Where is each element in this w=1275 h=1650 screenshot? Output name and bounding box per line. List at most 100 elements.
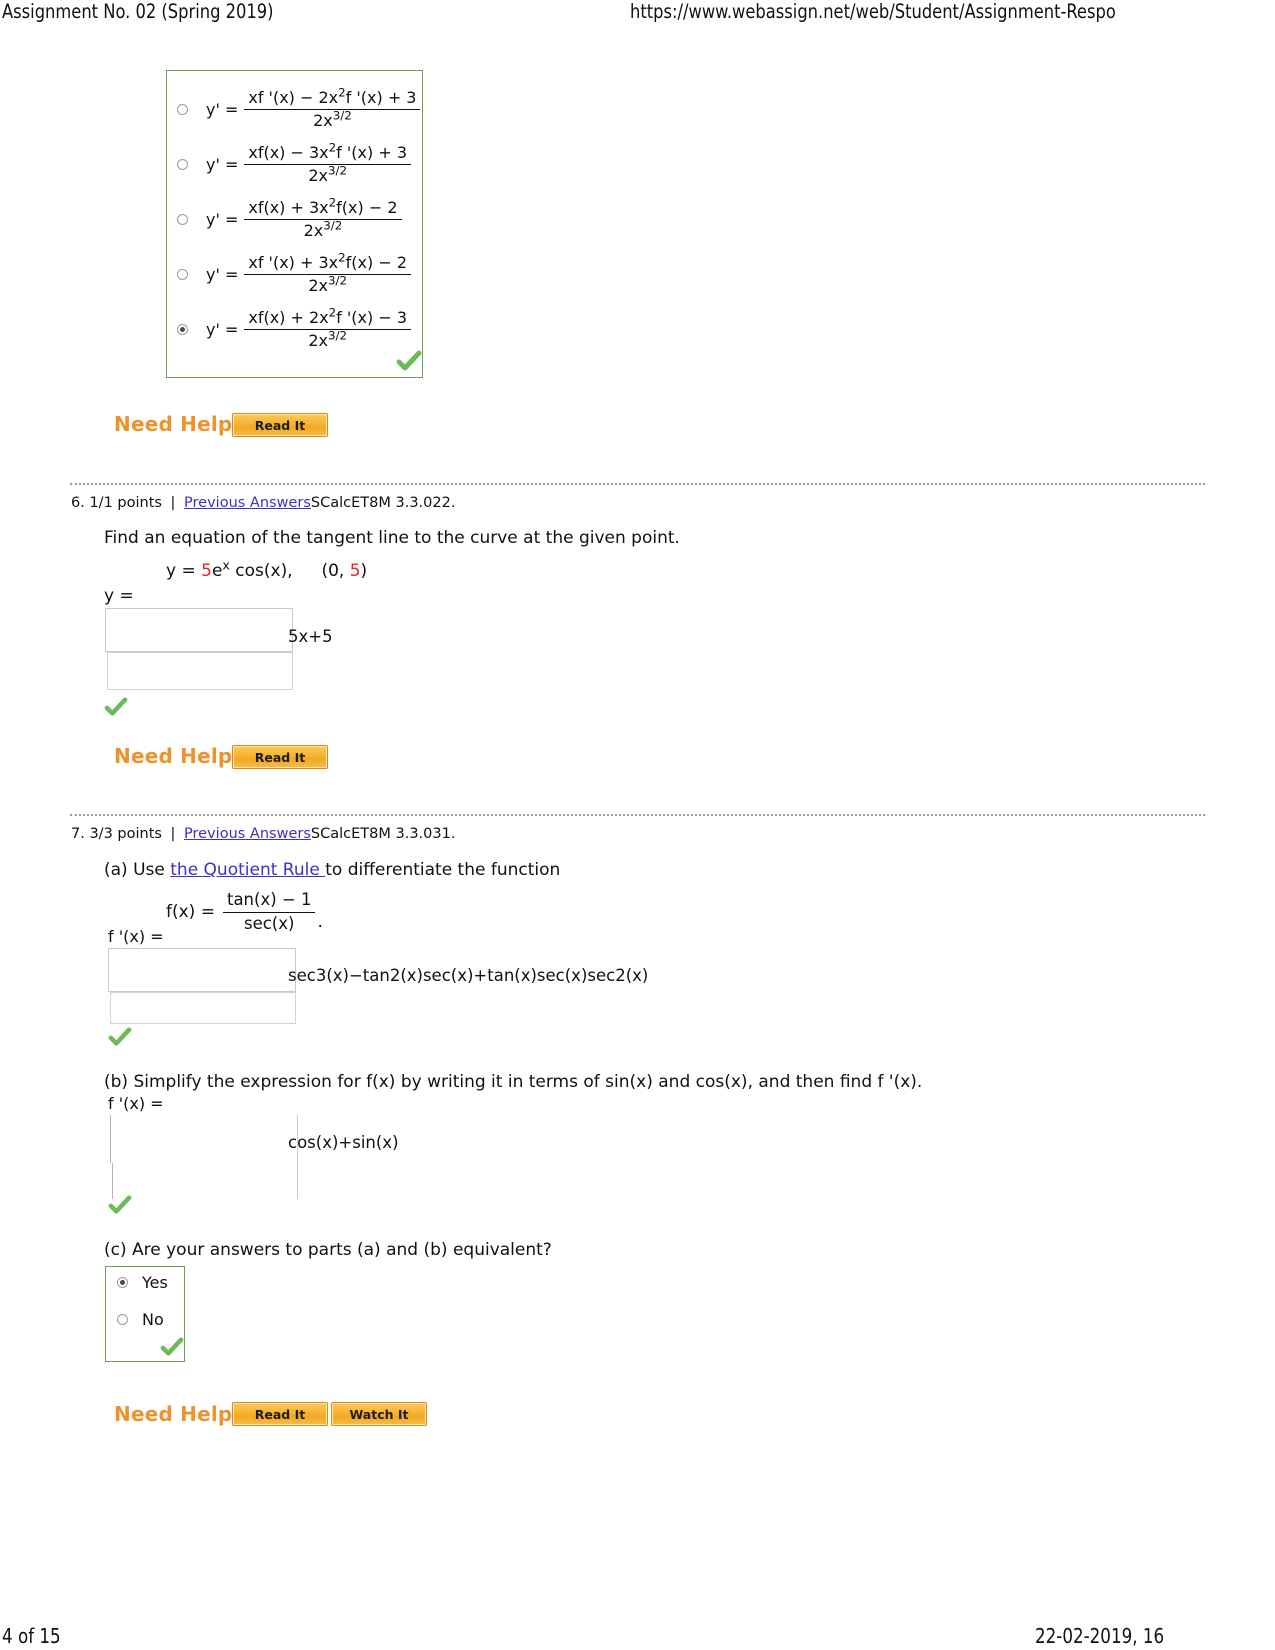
read-it-button-q5[interactable]: Read It bbox=[232, 413, 328, 437]
need-help-label-q6: Need Help? bbox=[114, 744, 245, 768]
correct-check-icon bbox=[108, 1027, 134, 1049]
radio-option-3[interactable] bbox=[177, 214, 188, 225]
fraction-numerator: xf '(x) + 3x2f(x) − 2 bbox=[244, 252, 411, 275]
question7-part-a-input-1[interactable] bbox=[108, 948, 296, 992]
choice-lhs: y' = bbox=[206, 155, 239, 174]
radio-option-1[interactable] bbox=[177, 104, 188, 115]
page-url: https://www.webassign.net/web/Student/As… bbox=[630, 0, 1116, 23]
question7-part-a-prompt: (a) Use the Quotient Rule to differentia… bbox=[104, 860, 560, 880]
part-a-text-after: to differentiate the function bbox=[325, 860, 561, 880]
choice-row-yes[interactable]: Yes bbox=[117, 1273, 168, 1292]
choice-fraction: xf(x) + 3x2f(x) − 2 2x3/2 bbox=[244, 197, 402, 241]
fraction-numerator: xf '(x) − 2x2f '(x) + 3 bbox=[244, 87, 421, 110]
function-lhs: f(x) = bbox=[166, 902, 215, 923]
equation-rest: cos(x), bbox=[235, 561, 293, 581]
question6-problem-id: SCalcET8M 3.3.022. bbox=[310, 495, 456, 511]
quotient-rule-link[interactable]: the Quotient Rule bbox=[170, 860, 325, 880]
question6-answer-input-1[interactable] bbox=[105, 608, 293, 652]
function-period: . bbox=[317, 912, 323, 933]
watch-it-button-q7[interactable]: Watch It bbox=[331, 1402, 427, 1426]
page-number: 4 of 15 bbox=[2, 1624, 61, 1648]
read-it-button-q7[interactable]: Read It bbox=[232, 1402, 328, 1426]
previous-answers-link-q6[interactable]: Previous Answers bbox=[184, 495, 311, 511]
question7-header: 7. 3/3 points | Previous AnswersSCalcET8… bbox=[71, 826, 455, 842]
question7-function-definition: f(x) = tan(x) − 1 sec(x) . bbox=[166, 890, 323, 934]
question6-answer-label: y = bbox=[104, 586, 134, 606]
equation-lhs: y = bbox=[166, 561, 196, 581]
fraction-denominator: 2x3/2 bbox=[308, 328, 348, 350]
question6-prompt: Find an equation of the tangent line to … bbox=[104, 528, 680, 548]
fraction-denominator: 2x3/2 bbox=[308, 273, 348, 295]
choice-lhs: y' = bbox=[206, 320, 239, 339]
choice-row[interactable]: y' = xf(x) + 2x2f '(x) − 3 2x3/2 bbox=[177, 307, 413, 351]
equation-exponent: x bbox=[222, 557, 230, 573]
choice-row[interactable]: y' = xf(x) + 3x2f(x) − 2 2x3/2 bbox=[177, 197, 404, 241]
choice-fraction: xf(x) + 2x2f '(x) − 3 2x3/2 bbox=[244, 307, 411, 351]
question6-answer-value: 5x+5 bbox=[288, 627, 333, 646]
section-divider bbox=[70, 483, 1205, 485]
header-separator: | bbox=[170, 826, 176, 842]
question7-part-b-answer-value: cos(x)+sin(x) bbox=[288, 1133, 399, 1152]
fraction-numerator: tan(x) − 1 bbox=[222, 890, 316, 913]
choice-lhs: y' = bbox=[206, 265, 239, 284]
function-fraction: tan(x) − 1 sec(x) bbox=[222, 890, 316, 934]
need-help-label-q7: Need Help? bbox=[114, 1402, 245, 1426]
choice-row[interactable]: y' = xf '(x) − 2x2f '(x) + 3 2x3/2 bbox=[177, 87, 422, 131]
fraction-denominator: sec(x) bbox=[243, 913, 295, 933]
question6-number: 6. bbox=[71, 495, 85, 511]
radio-option-yes[interactable] bbox=[117, 1277, 128, 1288]
point-value: 5 bbox=[349, 561, 361, 581]
print-footer: 4 of 15 22-02-2019, 16 bbox=[0, 1618, 1275, 1648]
choice-fraction: xf '(x) − 2x2f '(x) + 3 2x3/2 bbox=[244, 87, 421, 131]
question7-part-a-answer-value: sec3(x)−tan2(x)sec(x)+tan(x)sec(x)sec2(x… bbox=[288, 966, 649, 985]
radio-option-4[interactable] bbox=[177, 269, 188, 280]
question7-part-a-answer-label: f '(x) = bbox=[108, 927, 164, 946]
read-it-button-q6[interactable]: Read It bbox=[232, 745, 328, 769]
point-open: (0, bbox=[321, 561, 345, 581]
previous-answers-link-q7[interactable]: Previous Answers bbox=[184, 826, 311, 842]
fraction-numerator: xf(x) − 3x2f '(x) + 3 bbox=[244, 142, 411, 165]
equation-exp-base: e bbox=[211, 561, 223, 581]
choice-row[interactable]: y' = xf '(x) + 3x2f(x) − 2 2x3/2 bbox=[177, 252, 413, 296]
equation-coefficient: 5 bbox=[201, 561, 212, 581]
need-help-label-q5: Need Help? bbox=[114, 412, 245, 436]
radio-option-2[interactable] bbox=[177, 159, 188, 170]
header-separator: | bbox=[170, 495, 176, 511]
radio-option-5[interactable] bbox=[177, 324, 188, 335]
question6-header: 6. 1/1 points | Previous AnswersSCalcET8… bbox=[71, 495, 455, 511]
choice-lhs: y' = bbox=[206, 210, 239, 229]
choice-label-no: No bbox=[142, 1310, 164, 1329]
section-divider bbox=[70, 814, 1205, 816]
fraction-denominator: 2x3/2 bbox=[303, 218, 343, 240]
correct-check-icon bbox=[108, 1195, 134, 1217]
correct-check-icon bbox=[396, 350, 422, 372]
point-close: ) bbox=[360, 561, 368, 581]
assignment-title: Assignment No. 02 (Spring 2019) bbox=[2, 0, 274, 23]
choice-row[interactable]: y' = xf(x) − 3x2f '(x) + 3 2x3/2 bbox=[177, 142, 413, 186]
radio-option-no[interactable] bbox=[117, 1314, 128, 1325]
question7-part-a-input-2[interactable] bbox=[110, 992, 296, 1024]
choice-label-yes: Yes bbox=[142, 1273, 168, 1292]
choice-row-no[interactable]: No bbox=[117, 1310, 164, 1329]
fraction-denominator: 2x3/2 bbox=[313, 108, 352, 130]
correct-check-icon bbox=[104, 697, 130, 719]
question7-part-b-input-1[interactable] bbox=[110, 1115, 298, 1163]
part-a-text-before: (a) Use bbox=[104, 860, 171, 880]
fraction-numerator: xf(x) + 3x2f(x) − 2 bbox=[244, 197, 402, 220]
question6-answer-input-2[interactable] bbox=[107, 652, 293, 690]
question6-equation: y = 5ex cos(x), (0, 5) bbox=[166, 559, 368, 581]
question7-problem-id: SCalcET8M 3.3.031. bbox=[310, 826, 456, 842]
question7-part-b-prompt: (b) Simplify the expression for f(x) by … bbox=[104, 1072, 923, 1092]
question7-part-b-input-2[interactable] bbox=[112, 1163, 298, 1199]
choice-lhs: y' = bbox=[206, 100, 239, 119]
correct-check-icon bbox=[160, 1337, 186, 1359]
question7-points: 3/3 points bbox=[89, 826, 162, 842]
question7-part-b-answer-label: f '(x) = bbox=[108, 1094, 164, 1113]
question7-number: 7. bbox=[71, 826, 85, 842]
choice-fraction: xf '(x) + 3x2f(x) − 2 2x3/2 bbox=[244, 252, 411, 296]
question7-part-c-prompt: (c) Are your answers to parts (a) and (b… bbox=[104, 1240, 552, 1260]
fraction-denominator: 2x3/2 bbox=[308, 163, 348, 185]
print-timestamp: 22-02-2019, 16 bbox=[1035, 1624, 1165, 1648]
choice-fraction: xf(x) − 3x2f '(x) + 3 2x3/2 bbox=[244, 142, 411, 186]
question6-points: 1/1 points bbox=[89, 495, 162, 511]
